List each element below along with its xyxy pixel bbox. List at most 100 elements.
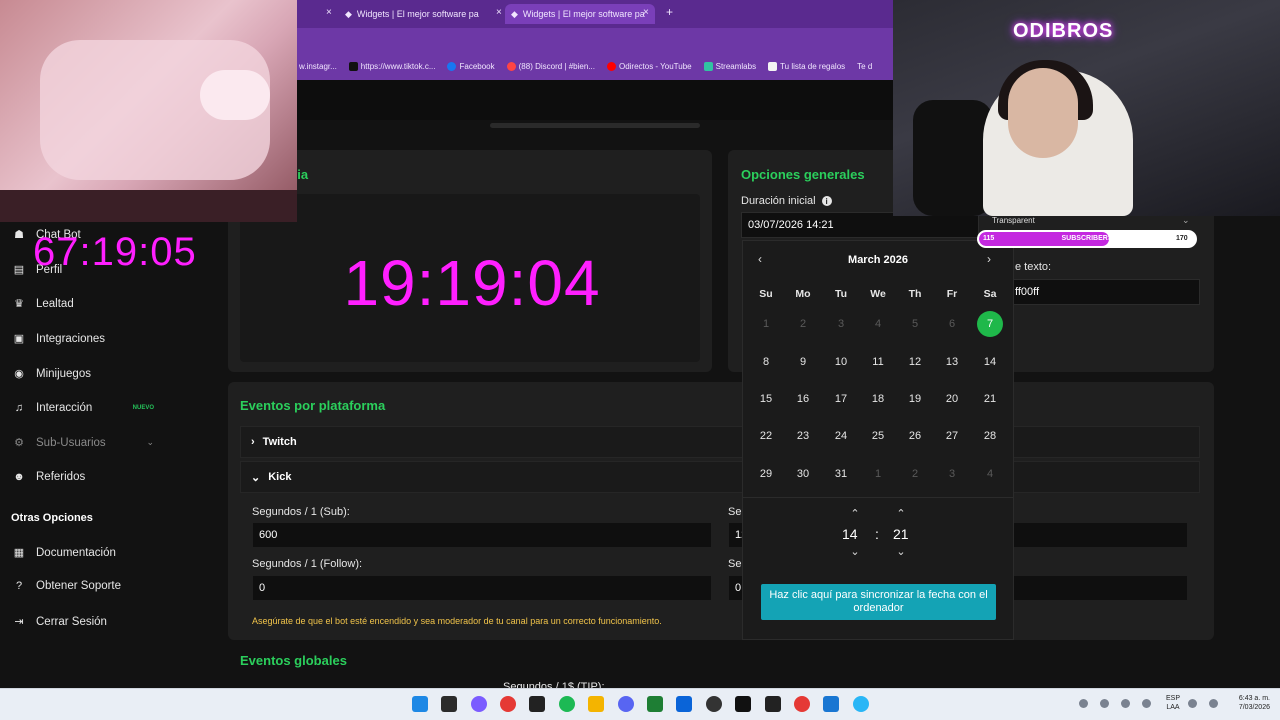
day-cell[interactable]: 8: [753, 349, 779, 375]
discord-icon[interactable]: [618, 696, 634, 712]
minute-up-icon[interactable]: ⌃: [894, 507, 908, 520]
day-cell[interactable]: 4: [865, 311, 891, 337]
close-tab-icon[interactable]: ×: [326, 7, 332, 18]
folder-icon[interactable]: [588, 696, 604, 712]
photos-icon[interactable]: [823, 696, 839, 712]
day-cell[interactable]: 2: [902, 461, 928, 487]
sidebar-item-lealtad[interactable]: ♛ Lealtad: [12, 297, 162, 311]
sidebar-item-interaccion[interactable]: ♫ Interacción NUEVO: [12, 402, 162, 414]
accordion-kick[interactable]: ⌄ Kick: [240, 461, 1200, 493]
bookmark[interactable]: Streamlabs: [703, 62, 756, 71]
day-cell[interactable]: 31: [828, 461, 854, 487]
day-cell[interactable]: 24: [828, 423, 854, 449]
wifi-icon[interactable]: [1188, 699, 1197, 708]
day-cell[interactable]: 20: [939, 386, 965, 412]
day-cell[interactable]: 28: [977, 423, 1003, 449]
browser-tab-active[interactable]: ◆ Widgets | El mejor software pa: [505, 4, 655, 24]
new-tab-button[interactable]: +: [666, 5, 673, 19]
browser-tab[interactable]: ◆ Widgets | El mejor software pa: [345, 4, 495, 24]
day-cell[interactable]: 1: [753, 311, 779, 337]
follow-seconds-input[interactable]: [252, 575, 712, 601]
day-cell-selected[interactable]: 7: [977, 311, 1003, 337]
day-cell[interactable]: 23: [790, 423, 816, 449]
day-cell[interactable]: 29: [753, 461, 779, 487]
day-cell[interactable]: 12: [902, 349, 928, 375]
bookmark[interactable]: https://www.tiktok.c...: [348, 62, 435, 71]
spotify-icon[interactable]: [559, 696, 575, 712]
tray-icon[interactable]: [1100, 699, 1109, 708]
day-cell[interactable]: 18: [865, 386, 891, 412]
sidebar-item-sub-usuarios[interactable]: ⚙ Sub-Usuarios ⌄: [12, 436, 162, 450]
day-cell[interactable]: 3: [828, 311, 854, 337]
microphone-icon[interactable]: [1142, 699, 1151, 708]
volume-icon[interactable]: [1209, 699, 1218, 708]
day-cell[interactable]: 11: [865, 349, 891, 375]
hour-value[interactable]: 14: [842, 526, 858, 542]
day-cell[interactable]: 19: [902, 386, 928, 412]
day-cell[interactable]: 25: [865, 423, 891, 449]
chevron-up-icon[interactable]: [1079, 699, 1088, 708]
hour-up-icon[interactable]: ⌃: [848, 507, 862, 520]
background-select[interactable]: Transparent: [985, 216, 1197, 230]
minute-down-icon[interactable]: ⌄: [894, 545, 908, 558]
close-tab-icon[interactable]: ×: [643, 7, 649, 18]
address-bar[interactable]: [297, 28, 893, 53]
day-cell[interactable]: 2: [790, 311, 816, 337]
clock-time: 6:43 a. m.: [1238, 695, 1270, 702]
bookmark[interactable]: Facebook: [447, 62, 495, 71]
chrome-active-icon[interactable]: [794, 696, 810, 712]
day-cell[interactable]: 6: [939, 311, 965, 337]
hour-down-icon[interactable]: ⌄: [848, 545, 862, 558]
chrome-icon[interactable]: [500, 696, 516, 712]
epic-games-icon[interactable]: [765, 696, 781, 712]
task-view-icon[interactable]: [441, 696, 457, 712]
day-cell[interactable]: 30: [790, 461, 816, 487]
day-cell[interactable]: 26: [902, 423, 928, 449]
clock[interactable]: 6:43 a. m. 7/03/2026: [1225, 694, 1270, 712]
bookmark[interactable]: Odirectos - YouTube: [606, 62, 692, 71]
minute-value[interactable]: 21: [893, 526, 909, 542]
day-cell[interactable]: 4: [977, 461, 1003, 487]
day-cell[interactable]: 9: [790, 349, 816, 375]
outlook-icon[interactable]: [676, 696, 692, 712]
sidebar-item-referidos[interactable]: ☻ Referidos: [12, 471, 162, 483]
language-indicator[interactable]: ESP LAA: [1163, 694, 1183, 712]
copilot-icon[interactable]: [471, 696, 487, 712]
tray-icon[interactable]: [1121, 699, 1130, 708]
sidebar-item-logout[interactable]: ⇥ Cerrar Sesión: [12, 615, 162, 629]
day-cell[interactable]: 5: [902, 311, 928, 337]
day-cell[interactable]: 13: [939, 349, 965, 375]
windows-start-icon[interactable]: [412, 696, 428, 712]
bookmark[interactable]: Te d: [857, 62, 872, 71]
day-cell[interactable]: 22: [753, 423, 779, 449]
day-cell[interactable]: 1: [865, 461, 891, 487]
sidebar-item-minijuegos[interactable]: ◉ Minijuegos: [12, 367, 162, 381]
bookmark[interactable]: (88) Discord | #bien...: [506, 62, 595, 71]
bookmark[interactable]: Tu lista de regalos: [768, 62, 845, 71]
capcut-icon[interactable]: [735, 696, 751, 712]
sidebar-item-integraciones[interactable]: ▣ Integraciones: [12, 332, 162, 346]
day-cell[interactable]: 3: [939, 461, 965, 487]
close-tab-icon[interactable]: ×: [496, 7, 502, 18]
epic-games-icon[interactable]: [529, 696, 545, 712]
chevron-right-icon[interactable]: ›: [987, 252, 991, 266]
day-cell[interactable]: 17: [828, 386, 854, 412]
info-icon[interactable]: i: [821, 196, 832, 206]
day-cell[interactable]: 14: [977, 349, 1003, 375]
day-cell[interactable]: 27: [939, 423, 965, 449]
day-cell[interactable]: 21: [977, 386, 1003, 412]
app-icon[interactable]: [853, 696, 869, 712]
obs-icon[interactable]: [706, 696, 722, 712]
text-color-input[interactable]: [1008, 279, 1200, 305]
day-cell[interactable]: 15: [753, 386, 779, 412]
chevron-left-icon[interactable]: ‹: [758, 252, 762, 266]
accordion-twitch[interactable]: › Twitch: [240, 426, 1200, 458]
sub-seconds-input[interactable]: [252, 522, 712, 548]
bookmark[interactable]: w.instagr...: [299, 62, 337, 71]
excel-icon[interactable]: [647, 696, 663, 712]
sync-date-button[interactable]: Haz clic aquí para sincronizar la fecha …: [761, 584, 996, 620]
sidebar-item-soporte[interactable]: ? Obtener Soporte: [12, 580, 162, 592]
day-cell[interactable]: 10: [828, 349, 854, 375]
sidebar-item-documentacion[interactable]: ▦ Documentación: [12, 546, 162, 560]
day-cell[interactable]: 16: [790, 386, 816, 412]
